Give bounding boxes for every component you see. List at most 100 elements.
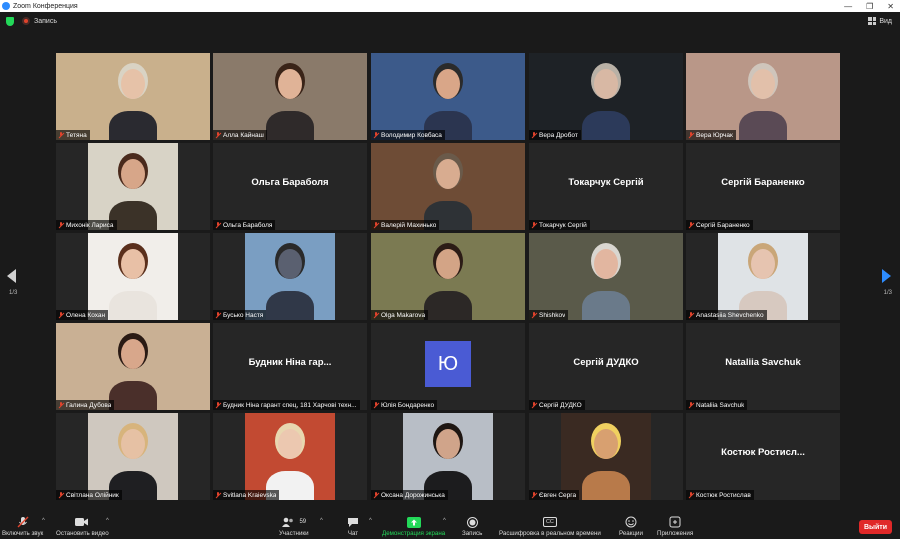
- view-label: Вид: [879, 17, 892, 25]
- participant-tile[interactable]: Костюк Ростисл... Костюк Ростислав: [686, 413, 840, 500]
- participant-video: [371, 53, 525, 140]
- unmute-button[interactable]: Включить звук: [2, 516, 43, 537]
- participants-button[interactable]: 59 Участники: [279, 516, 309, 537]
- participant-video: [245, 413, 335, 500]
- security-shield-icon[interactable]: [6, 17, 14, 26]
- page-indicator-left: 1/3: [9, 290, 18, 296]
- record-button[interactable]: Запись: [462, 516, 482, 537]
- previous-page-arrow-icon[interactable]: [7, 269, 16, 283]
- participant-tile[interactable]: Євген Серга: [529, 413, 683, 500]
- minimize-button[interactable]: —: [844, 2, 852, 11]
- participant-tile[interactable]: Алла Кайнаш: [213, 53, 367, 140]
- participant-name: Алла Кайнаш: [223, 131, 264, 139]
- participant-video: [529, 53, 683, 140]
- participant-name: Олена Кохан: [66, 311, 106, 319]
- participant-tile[interactable]: Михонік Лариса: [56, 143, 210, 230]
- participant-name: Галина Дубова: [66, 401, 112, 409]
- participant-name: Будник Ніна гарант спец, 181 Харчові тех…: [223, 401, 357, 409]
- muted-mic-icon: [215, 222, 221, 228]
- participant-video: [403, 413, 493, 500]
- participant-nametag: Світлана Олійник: [56, 490, 122, 500]
- chat-options-chevron-icon[interactable]: ^: [369, 518, 372, 524]
- participant-nametag: Тетяна: [56, 130, 90, 140]
- muted-mic-icon: [215, 132, 221, 138]
- gallery-grid-icon: [868, 17, 877, 25]
- video-options-chevron-icon[interactable]: ^: [106, 518, 109, 524]
- participant-tile[interactable]: Токарчук Сергій Токарчук Сергій: [529, 143, 683, 230]
- participants-options-chevron-icon[interactable]: ^: [320, 518, 323, 524]
- next-page-arrow-icon[interactable]: [882, 269, 891, 283]
- participant-nametag: Михонік Лариса: [56, 220, 117, 230]
- participant-tile[interactable]: Вера Дробот: [529, 53, 683, 140]
- participant-tile[interactable]: Тетяна: [56, 53, 210, 140]
- participant-nametag: Anastasiia Shevchenko: [686, 310, 767, 320]
- participant-tile[interactable]: Сергій Бараненко Сергій Бараненко: [686, 143, 840, 230]
- participant-tile[interactable]: Ольга Бараболя Ольга Бараболя: [213, 143, 367, 230]
- muted-mic-icon: [688, 132, 694, 138]
- live-transcript-button[interactable]: CC Расшифровка в реальном времени: [499, 516, 601, 537]
- participant-tile[interactable]: Вера Юрчак: [686, 53, 840, 140]
- leave-meeting-button[interactable]: Выйти: [859, 520, 892, 534]
- muted-mic-icon: [531, 132, 537, 138]
- participant-nametag: Алла Кайнаш: [213, 130, 267, 140]
- participant-tile[interactable]: Anastasiia Shevchenko: [686, 233, 840, 320]
- share-options-chevron-icon[interactable]: ^: [443, 518, 446, 524]
- participant-video: [371, 143, 525, 230]
- participant-name: Оксана Дорожинська: [381, 491, 445, 499]
- participant-nametag: Валерій Махинько: [371, 220, 440, 230]
- participant-tile[interactable]: Валерій Махинько: [371, 143, 525, 230]
- participant-tile[interactable]: Оксана Дорожинська: [371, 413, 525, 500]
- record-dot-icon: [22, 17, 30, 25]
- muted-mic-icon: [688, 222, 694, 228]
- stop-video-button[interactable]: Остановить видео: [56, 516, 109, 537]
- reactions-label: Реакции: [619, 530, 643, 537]
- participant-nametag: Nataliia Savchuk: [686, 400, 748, 410]
- participant-tile[interactable]: Світлана Олійник: [56, 413, 210, 500]
- participant-video: [529, 233, 683, 320]
- participants-icon: 59: [281, 516, 306, 528]
- recording-indicator[interactable]: Запись: [22, 17, 57, 25]
- muted-mic-icon: [215, 402, 221, 408]
- participant-video: [88, 233, 178, 320]
- zoom-app-icon: [2, 2, 10, 10]
- participant-video: [213, 53, 367, 140]
- reactions-button[interactable]: Реакции: [619, 516, 643, 537]
- window-title: Zoom Конференция: [13, 2, 78, 10]
- participant-tile[interactable]: Svitlana Kraievska: [213, 413, 367, 500]
- muted-mic-icon: [688, 402, 694, 408]
- participant-nametag: Сергій ДУДКО: [529, 400, 585, 410]
- participant-display-name: Костюк Ростисл...: [721, 447, 805, 458]
- audio-options-chevron-icon[interactable]: ^: [42, 518, 45, 524]
- muted-mic-icon: [58, 312, 64, 318]
- muted-mic-icon: [531, 492, 537, 498]
- participant-video: [88, 143, 178, 230]
- apps-button[interactable]: Приложения: [657, 516, 693, 537]
- muted-mic-icon: [17, 516, 29, 528]
- share-screen-icon: [406, 516, 421, 528]
- record-icon: [466, 516, 478, 528]
- view-button[interactable]: Вид: [868, 17, 892, 25]
- participant-name: Anastasiia Shevchenko: [696, 311, 764, 319]
- close-button[interactable]: ✕: [887, 2, 894, 11]
- muted-mic-icon: [58, 492, 64, 498]
- participant-tile[interactable]: Володимир Ковбаса: [371, 53, 525, 140]
- muted-mic-icon: [373, 492, 379, 498]
- participant-tile[interactable]: Shishkov: [529, 233, 683, 320]
- participant-tile[interactable]: Галина Дубова: [56, 323, 210, 410]
- muted-mic-icon: [215, 492, 221, 498]
- participant-display-name: Будник Ніна гар...: [248, 357, 332, 368]
- window-titlebar: Zoom Конференция — ❐ ✕: [0, 0, 900, 12]
- chat-button[interactable]: Чат: [347, 516, 359, 537]
- participant-display-name: Nataliia Savchuk: [725, 357, 801, 368]
- participant-tile[interactable]: Олена Кохан: [56, 233, 210, 320]
- record-label: Запись: [462, 530, 483, 537]
- participant-tile[interactable]: Сергій ДУДКО Сергій ДУДКО: [529, 323, 683, 410]
- maximize-button[interactable]: ❐: [866, 2, 873, 11]
- participant-tile[interactable]: Olga Makarova: [371, 233, 525, 320]
- participant-tile[interactable]: Бусько Настя: [213, 233, 367, 320]
- participant-tile[interactable]: Ю Юлія Бондаренко: [371, 323, 525, 410]
- participant-tile[interactable]: Nataliia Savchuk Nataliia Savchuk: [686, 323, 840, 410]
- participant-name: Сергій ДУДКО: [539, 401, 582, 409]
- share-screen-button[interactable]: Демонстрация экрана: [382, 516, 445, 537]
- participant-tile[interactable]: Будник Ніна гар... Будник Ніна гарант спе…: [213, 323, 367, 410]
